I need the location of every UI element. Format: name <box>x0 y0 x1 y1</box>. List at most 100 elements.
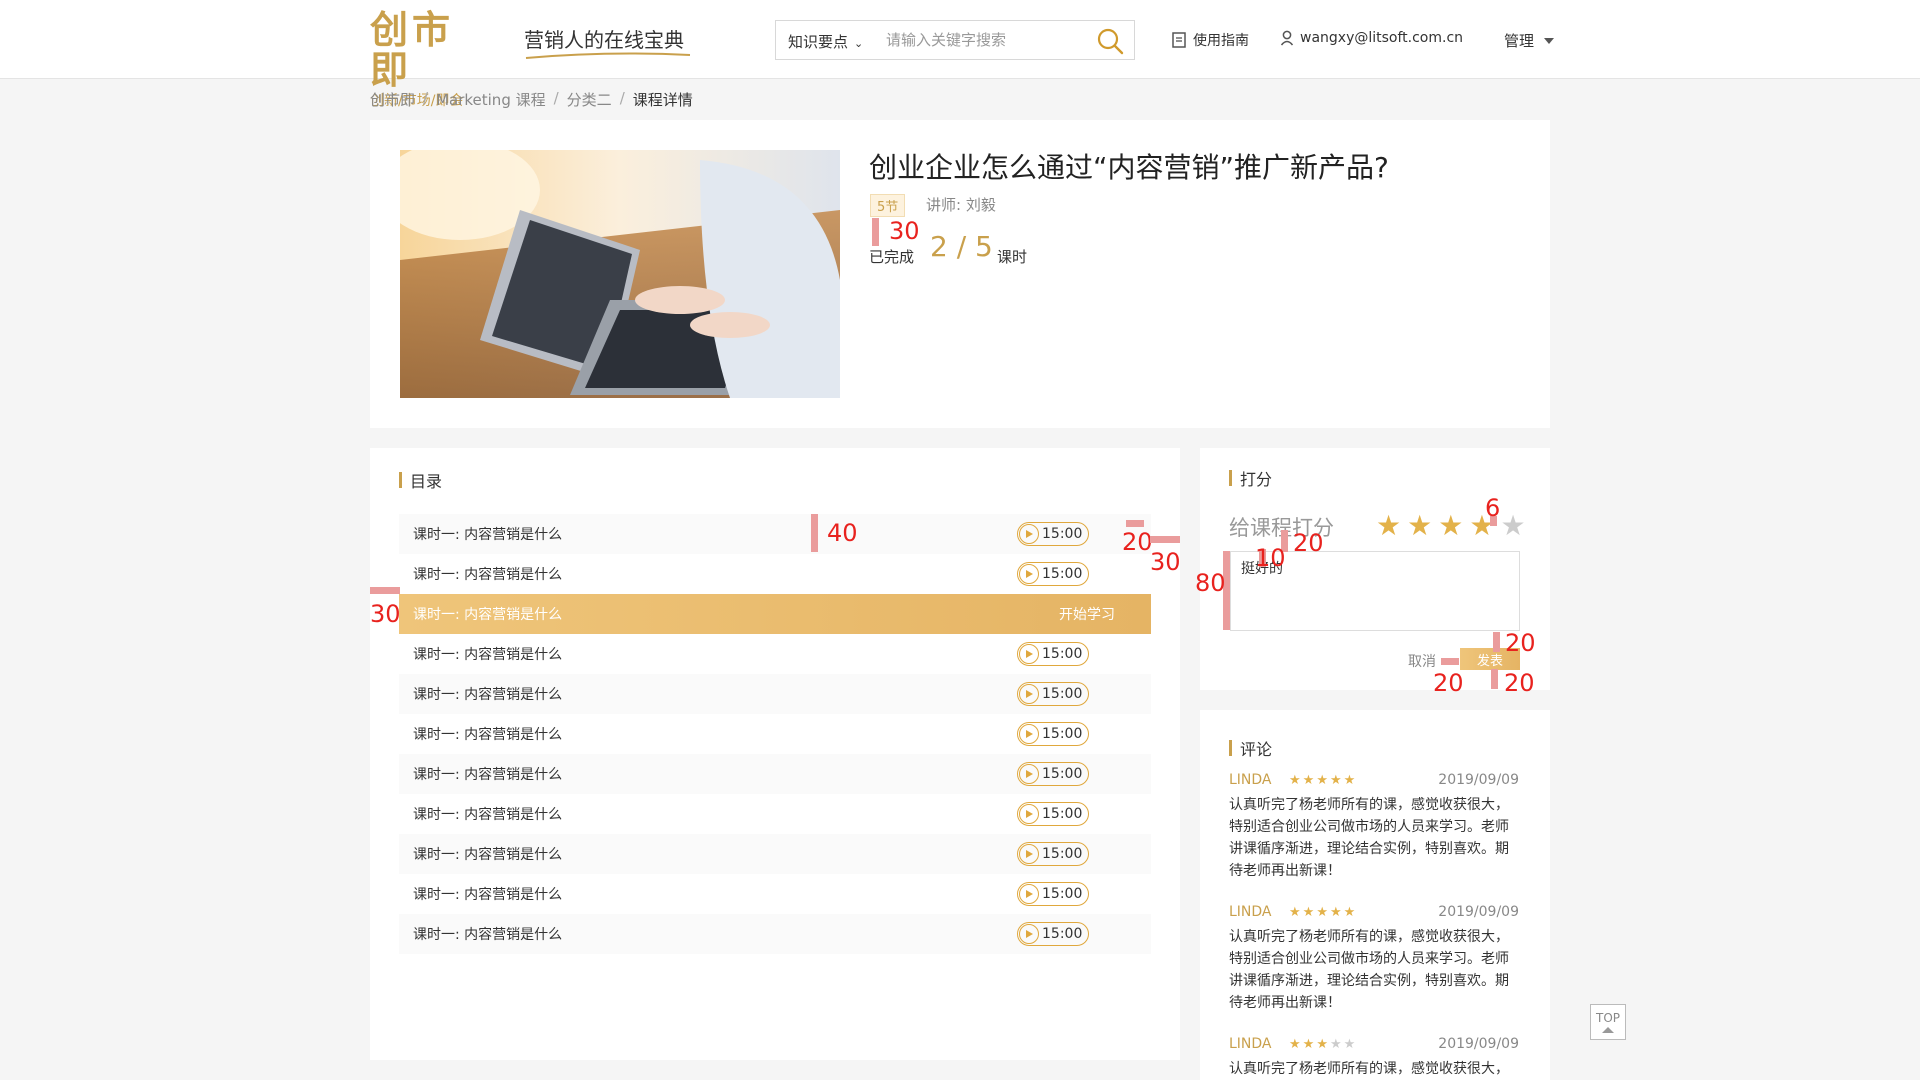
duration-pill[interactable]: 15:00 <box>1017 882 1089 906</box>
spacing-marker <box>1493 632 1500 652</box>
lesson-row[interactable]: 课时一: 内容营销是什么 15:00 <box>399 674 1151 714</box>
comments-title: 评论 <box>1240 740 1273 759</box>
duration-pill[interactable]: 15:00 <box>1017 922 1089 946</box>
lesson-name: 课时一: 内容营销是什么 <box>413 887 563 903</box>
comment-item: LINDA ★ ★ ★ ★ ★ 2019/09/09 认真听完了杨老师所有的课，感觉收获很大，… <box>1229 902 1519 1014</box>
chevron-down-icon: ⌄ <box>854 37 864 50</box>
lesson-row[interactable]: 课时一: 内容营销是什么 15:00 <box>399 914 1151 954</box>
lesson-row[interactable]: 课时一: 内容营销是什么 15:00 <box>399 714 1151 754</box>
star-icon: ★ <box>1316 1036 1328 1052</box>
lesson-row[interactable]: 课时一: 内容营销是什么 15:00 <box>399 514 1151 554</box>
course-info-card: 创业企业怎么通过“内容营销”推广新产品? 5节 讲师: 刘毅 已完成 2 / 5… <box>370 120 1550 428</box>
spacing-marker <box>1441 658 1459 665</box>
progress-unit: 课时 <box>997 248 1028 266</box>
spacing-marker <box>1150 536 1180 543</box>
lesson-count-badge: 5节 <box>870 194 906 217</box>
duration-pill[interactable]: 15:00 <box>1017 562 1089 586</box>
comment-user: LINDA <box>1229 1036 1272 1052</box>
catalog-heading: 目录 <box>399 468 442 492</box>
spacing-label: 20 <box>1505 629 1536 657</box>
duration-pill[interactable]: 15:00 <box>1017 682 1089 706</box>
rating-panel: 打分 给课程打分 ★ ★ ★ ★ ★ 挺好的 取消 发表 <box>1200 448 1550 690</box>
duration-pill[interactable]: 15:00 <box>1017 802 1089 826</box>
comment-header: LINDA ★ ★ ★ ★ ★ 2019/09/09 <box>1229 770 1519 790</box>
duration-pill[interactable]: 15:00 <box>1017 642 1089 666</box>
start-learning-button[interactable]: 开始学习 <box>1059 604 1115 624</box>
progress-count: 2 / 5 <box>930 230 993 263</box>
star-icon: ★ <box>1316 904 1328 920</box>
breadcrumb-category[interactable]: 分类二 <box>567 89 612 110</box>
caret-down-icon <box>1544 37 1555 44</box>
play-icon <box>1019 924 1039 944</box>
lesson-row[interactable]: 课时一: 内容营销是什么 15:00 <box>399 794 1151 834</box>
top-label: TOP <box>1595 1011 1620 1025</box>
lesson-duration: 15:00 <box>1042 566 1083 582</box>
duration-pill[interactable]: 15:00 <box>1017 762 1089 786</box>
comment-user: LINDA <box>1229 772 1272 788</box>
lesson-duration: 15:00 <box>1042 846 1083 862</box>
star-icon: ★ <box>1289 772 1301 788</box>
star-icon: ★ <box>1329 904 1342 920</box>
lesson-row[interactable]: 课时一: 内容营销是什么 15:00 <box>399 834 1151 874</box>
lesson-name: 课时一: 内容营销是什么 <box>413 807 563 823</box>
heading-accent-bar <box>399 472 402 488</box>
spacing-label: 40 <box>827 519 858 547</box>
star-icon[interactable]: ★ <box>1438 512 1463 540</box>
back-to-top-button[interactable]: TOP <box>1590 1004 1626 1040</box>
duration-pill[interactable]: 15:00 <box>1017 722 1089 746</box>
breadcrumb-separator: / <box>553 89 559 107</box>
breadcrumb-separator: / <box>423 89 429 107</box>
arrow-up-icon <box>1602 1027 1614 1033</box>
comment-text: 认真听完了杨老师所有的课，感觉收获很大， <box>1229 1061 1509 1077</box>
lesson-duration: 15:00 <box>1042 766 1083 782</box>
star-icon[interactable]: ★ <box>1376 512 1401 540</box>
logo-main-text: 创市即 <box>370 8 455 92</box>
comments-heading: 评论 <box>1229 736 1272 760</box>
search-input[interactable] <box>886 27 1086 53</box>
star-icon: ★ <box>1302 904 1315 920</box>
site-logo[interactable]: 创市即 创新/市场/即会 <box>370 10 495 109</box>
lesson-row[interactable]: 课时一: 内容营销是什么 15:00 <box>399 634 1151 674</box>
guide-link[interactable]: 使用指南 <box>1172 30 1249 50</box>
rating-title: 打分 <box>1240 470 1273 489</box>
comment-item: LINDA ★ ★ ★ ★ ★ 2019/09/09 认真听完了杨老师所有的课，感觉收获很大，… <box>1229 770 1519 882</box>
lesson-row[interactable]: 课时一: 内容营销是什么 15:00 <box>399 754 1151 794</box>
duration-pill[interactable]: 15:00 <box>1017 842 1089 866</box>
duration-pill[interactable]: 15:00 <box>1017 522 1089 546</box>
breadcrumb-home[interactable]: 创市即 <box>370 89 415 110</box>
comment-text: 认真听完了杨老师所有的课，感觉收获很大，特别适合创业公司做市场的人员来学习。老师… <box>1229 797 1509 879</box>
lesson-row-active[interactable]: 课时一: 内容营销是什么 开始学习 <box>399 594 1151 634</box>
search-bar: 知识要点 ⌄ <box>775 20 1135 60</box>
spacing-label: 80 <box>1195 569 1226 597</box>
cancel-button[interactable]: 取消 <box>1408 651 1436 671</box>
search-icon[interactable] <box>1096 27 1124 55</box>
lesson-duration: 15:00 <box>1042 886 1083 902</box>
lesson-name: 课时一: 内容营销是什么 <box>413 527 563 543</box>
comment-user: LINDA <box>1229 904 1272 920</box>
breadcrumb-marketing[interactable]: Marketing 课程 <box>436 89 546 110</box>
star-icon: ★ <box>1302 772 1315 788</box>
star-icon[interactable]: ★ <box>1500 512 1525 540</box>
star-icon: ★ <box>1329 772 1342 788</box>
admin-dropdown[interactable]: 管理 <box>1504 30 1555 51</box>
spacing-label: 30 <box>1150 548 1181 576</box>
guide-label: 使用指南 <box>1193 33 1249 49</box>
lesson-duration: 15:00 <box>1042 646 1083 662</box>
play-icon <box>1019 684 1039 704</box>
lesson-name: 课时一: 内容营销是什么 <box>413 927 563 943</box>
lesson-name: 课时一: 内容营销是什么 <box>413 847 563 863</box>
heading-accent-bar <box>1229 740 1232 756</box>
catalog-panel: 目录 课时一: 内容营销是什么 15:00 课时一: 内容营销是什么 15:00 课时一… <box>370 448 1180 1060</box>
user-email: wangxy@litsoft.com.cn <box>1300 30 1464 46</box>
lesson-row[interactable]: 课时一: 内容营销是什么 15:00 <box>399 554 1151 594</box>
star-icon[interactable]: ★ <box>1407 512 1432 540</box>
spacing-label: 6 <box>1485 494 1501 522</box>
spacing-marker <box>811 514 818 552</box>
search-category-select[interactable]: 知识要点 ⌄ <box>788 31 863 52</box>
user-account-link[interactable]: wangxy@litsoft.com.cn <box>1280 30 1463 46</box>
rating-stars: ★ ★ ★ ★ ★ <box>1376 512 1526 540</box>
lesson-row[interactable]: 课时一: 内容营销是什么 15:00 <box>399 874 1151 914</box>
play-icon <box>1019 524 1039 544</box>
spacing-marker <box>1491 669 1498 689</box>
catalog-title: 目录 <box>410 472 443 491</box>
